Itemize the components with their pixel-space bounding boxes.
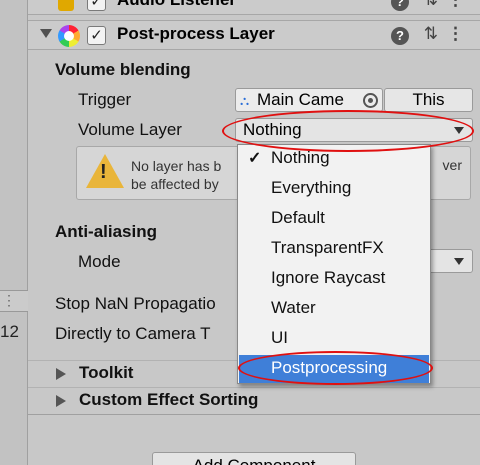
this-button[interactable]: This xyxy=(384,88,473,112)
layer-dropdown-menu: ✓ Nothing Everything Default Transparent… xyxy=(237,144,431,384)
menu-item-ui[interactable]: UI xyxy=(239,325,429,353)
foldout-arrow-icon[interactable] xyxy=(40,29,52,38)
post-process-layer-icon xyxy=(58,25,80,47)
object-picker-icon[interactable] xyxy=(363,93,378,108)
warning-message: No layer has b be affected by xyxy=(131,157,221,193)
menu-item-label: Nothing xyxy=(271,148,330,167)
post-process-layer-title: Post-process Layer xyxy=(117,24,275,43)
stop-nan-label: Stop NaN Propagatio xyxy=(55,294,216,313)
custom-effect-sorting-label: Custom Effect Sorting xyxy=(79,390,259,409)
foldout-right-icon xyxy=(56,395,66,407)
foldout-right-icon xyxy=(56,368,66,380)
menu-item-label: Water xyxy=(271,298,316,317)
help-icon[interactable]: ? xyxy=(391,0,409,11)
volume-layer-label: Volume Layer xyxy=(78,120,182,139)
settings-icon[interactable]: ⇅ xyxy=(424,0,438,10)
volume-layer-dropdown[interactable]: Nothing xyxy=(235,118,473,142)
menu-item-label: Everything xyxy=(271,178,352,197)
settings-icon[interactable]: ⇅ xyxy=(424,24,438,44)
warning-line-1: No layer has b xyxy=(131,158,222,174)
pane-menu-icon[interactable]: ⋮ xyxy=(2,293,16,307)
checkmark-icon: ✓ xyxy=(248,150,262,167)
add-component-button[interactable]: Add Component xyxy=(152,452,356,465)
audio-listener-title: Audio Listener xyxy=(117,0,236,10)
audio-listener-enabled-checkbox[interactable]: ✓ xyxy=(87,0,106,11)
warning-tail: ver xyxy=(442,157,462,173)
anti-aliasing-heading: Anti-aliasing xyxy=(55,222,158,241)
directly-to-camera-label: Directly to Camera T xyxy=(55,324,211,343)
menu-item-label: Postprocessing xyxy=(271,358,388,377)
menu-item-label: UI xyxy=(271,328,288,347)
camera-icon: ⛬ xyxy=(240,93,250,108)
hierarchy-pane: ⋮ 12 xyxy=(0,0,28,465)
mode-label: Mode xyxy=(78,252,121,271)
audio-listener-header[interactable]: ✓ Audio Listener ? ⇅ ⋮ xyxy=(28,0,480,15)
toolkit-label: Toolkit xyxy=(79,363,134,382)
post-process-layer-header[interactable]: ✓ Post-process Layer ? ⇅ ⋮ xyxy=(28,20,480,50)
menu-item-label: Default xyxy=(271,208,325,227)
trigger-value: Main Came xyxy=(257,90,344,109)
menu-item-water[interactable]: Water xyxy=(239,295,429,323)
chevron-down-icon xyxy=(454,127,464,134)
menu-item-default[interactable]: Default xyxy=(239,205,429,233)
trigger-object-field[interactable]: ⛬ Main Came xyxy=(235,88,383,112)
chevron-down-icon xyxy=(454,258,464,265)
custom-effect-sorting-foldout[interactable]: Custom Effect Sorting xyxy=(28,387,480,413)
help-icon[interactable]: ? xyxy=(391,27,409,45)
menu-item-everything[interactable]: Everything xyxy=(239,175,429,203)
menu-item-nothing[interactable]: ✓ Nothing xyxy=(239,145,429,173)
post-process-layer-enabled-checkbox[interactable]: ✓ xyxy=(87,26,106,45)
more-icon[interactable]: ⋮ xyxy=(447,0,464,10)
warning-line-2: be affected by xyxy=(131,176,219,192)
menu-item-label: Ignore Raycast xyxy=(271,268,386,287)
menu-item-ignore-raycast[interactable]: Ignore Raycast xyxy=(239,265,429,293)
audio-listener-icon xyxy=(58,0,74,11)
hierarchy-partial-text: 12 xyxy=(0,322,19,341)
menu-item-label: TransparentFX xyxy=(271,238,384,257)
trigger-label: Trigger xyxy=(78,90,132,109)
menu-item-transparentfx[interactable]: TransparentFX xyxy=(239,235,429,263)
menu-item-postprocessing[interactable]: Postprocessing xyxy=(239,355,429,383)
warning-exclamation: ! xyxy=(100,161,107,183)
volume-blending-heading: Volume blending xyxy=(55,60,191,79)
more-icon[interactable]: ⋮ xyxy=(447,24,464,44)
component-separator xyxy=(28,414,480,440)
volume-layer-value: Nothing xyxy=(243,120,302,139)
